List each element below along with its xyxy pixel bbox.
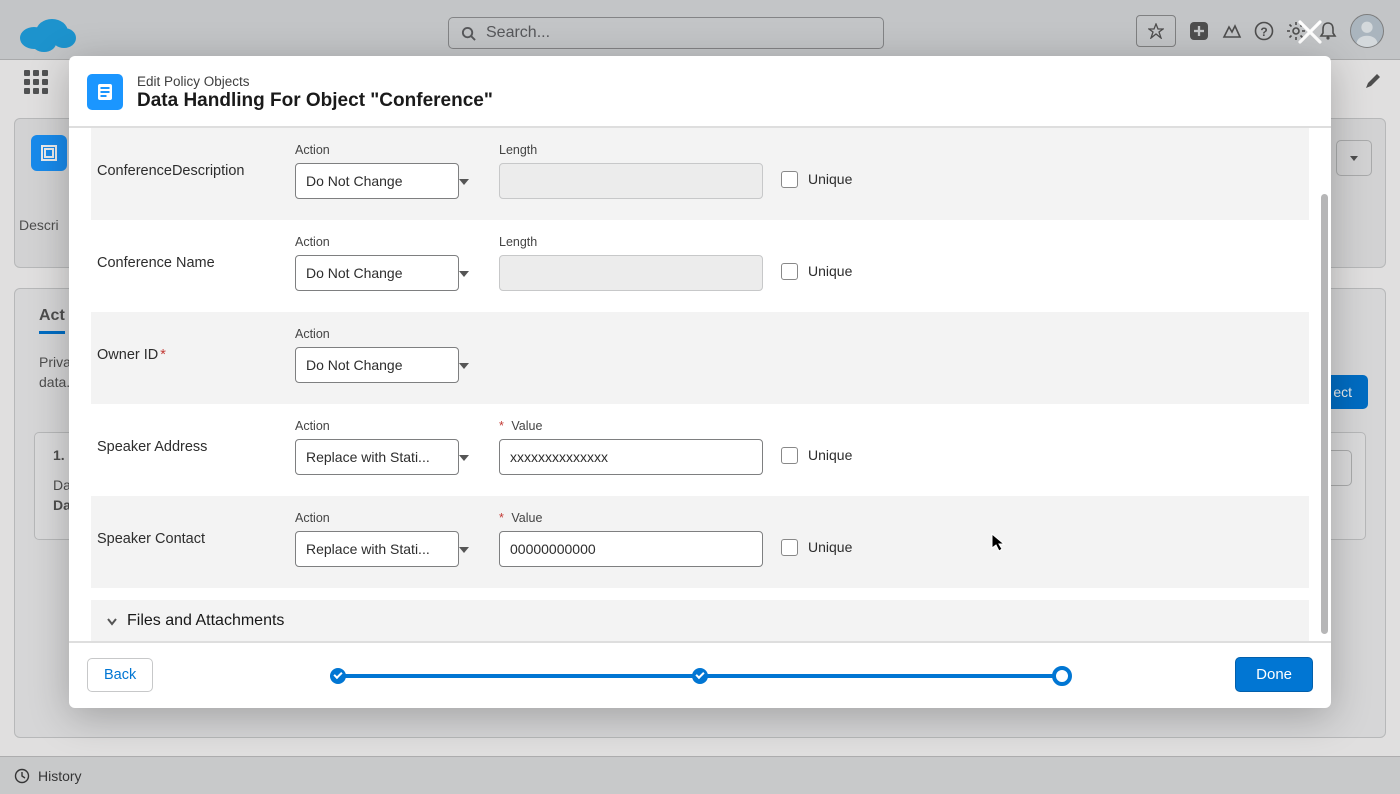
action-select[interactable]: Do Not ChangeReplace with Stati... bbox=[295, 531, 459, 567]
files-attachments-section[interactable]: Files and Attachments bbox=[91, 600, 1309, 641]
unique-label: Unique bbox=[808, 171, 852, 187]
field-row: ConferenceDescription Action Do Not Change… bbox=[91, 128, 1309, 220]
unique-label: Unique bbox=[808, 447, 852, 463]
field-row: Conference Name Action Do Not ChangeReplac… bbox=[91, 220, 1309, 312]
length-label: Length bbox=[499, 143, 763, 157]
edit-policy-modal: Edit Policy Objects Data Handling For Ob… bbox=[69, 56, 1331, 708]
progress-step-2 bbox=[692, 668, 708, 684]
progress-indicator bbox=[330, 674, 1070, 678]
value-label: * Value bbox=[499, 419, 763, 433]
done-button[interactable]: Done bbox=[1235, 657, 1313, 692]
modal-close-icon[interactable] bbox=[1296, 18, 1324, 46]
field-name-label: Owner ID* bbox=[97, 347, 277, 363]
chevron-down-icon bbox=[105, 614, 119, 628]
action-select[interactable]: Do Not ChangeReplace with Stati... bbox=[295, 439, 459, 475]
field-row: Speaker Contact Action Do Not ChangeReplac… bbox=[91, 496, 1309, 588]
progress-step-1 bbox=[330, 668, 346, 684]
unique-checkbox[interactable] bbox=[781, 171, 798, 188]
action-label: Action bbox=[295, 419, 481, 433]
field-name-label: Speaker Address bbox=[97, 439, 277, 455]
modal-body: ConferenceDescription Action Do Not Change… bbox=[69, 128, 1331, 641]
action-select[interactable]: Do Not ChangeReplace with Stati... bbox=[295, 255, 459, 291]
action-label: Action bbox=[295, 143, 481, 157]
length-label: Length bbox=[499, 235, 763, 249]
field-row: Speaker Address Action Do Not ChangeReplac… bbox=[91, 404, 1309, 496]
modal-title: Data Handling For Object "Conference" bbox=[137, 90, 493, 112]
modal-eyebrow: Edit Policy Objects bbox=[137, 74, 493, 89]
back-button[interactable]: Back bbox=[87, 658, 153, 692]
action-select[interactable]: Do Not ChangeReplace with Stati... bbox=[295, 347, 459, 383]
field-row: Owner ID* Action Do Not ChangeReplace with… bbox=[91, 312, 1309, 404]
action-label: Action bbox=[295, 511, 481, 525]
field-name-label: Speaker Contact bbox=[97, 531, 277, 547]
value-input[interactable] bbox=[499, 439, 763, 475]
modal-scrollbar[interactable] bbox=[1321, 194, 1328, 634]
unique-label: Unique bbox=[808, 263, 852, 279]
unique-checkbox[interactable] bbox=[781, 447, 798, 464]
action-label: Action bbox=[295, 235, 481, 249]
length-input bbox=[499, 255, 763, 291]
modal-header-icon bbox=[87, 74, 123, 110]
field-name-label: Conference Name bbox=[97, 255, 277, 271]
action-label: Action bbox=[295, 327, 481, 341]
unique-checkbox[interactable] bbox=[781, 263, 798, 280]
progress-step-3 bbox=[1052, 666, 1072, 686]
action-select[interactable]: Do Not ChangeReplace with Stati... bbox=[295, 163, 459, 199]
value-label: * Value bbox=[499, 511, 763, 525]
files-section-label: Files and Attachments bbox=[127, 612, 284, 630]
length-input bbox=[499, 163, 763, 199]
modal-footer: Back Done bbox=[69, 641, 1331, 708]
value-input[interactable] bbox=[499, 531, 763, 567]
unique-checkbox[interactable] bbox=[781, 539, 798, 556]
modal-header: Edit Policy Objects Data Handling For Ob… bbox=[69, 56, 1331, 128]
unique-label: Unique bbox=[808, 539, 852, 555]
field-name-label: ConferenceDescription bbox=[97, 163, 277, 179]
